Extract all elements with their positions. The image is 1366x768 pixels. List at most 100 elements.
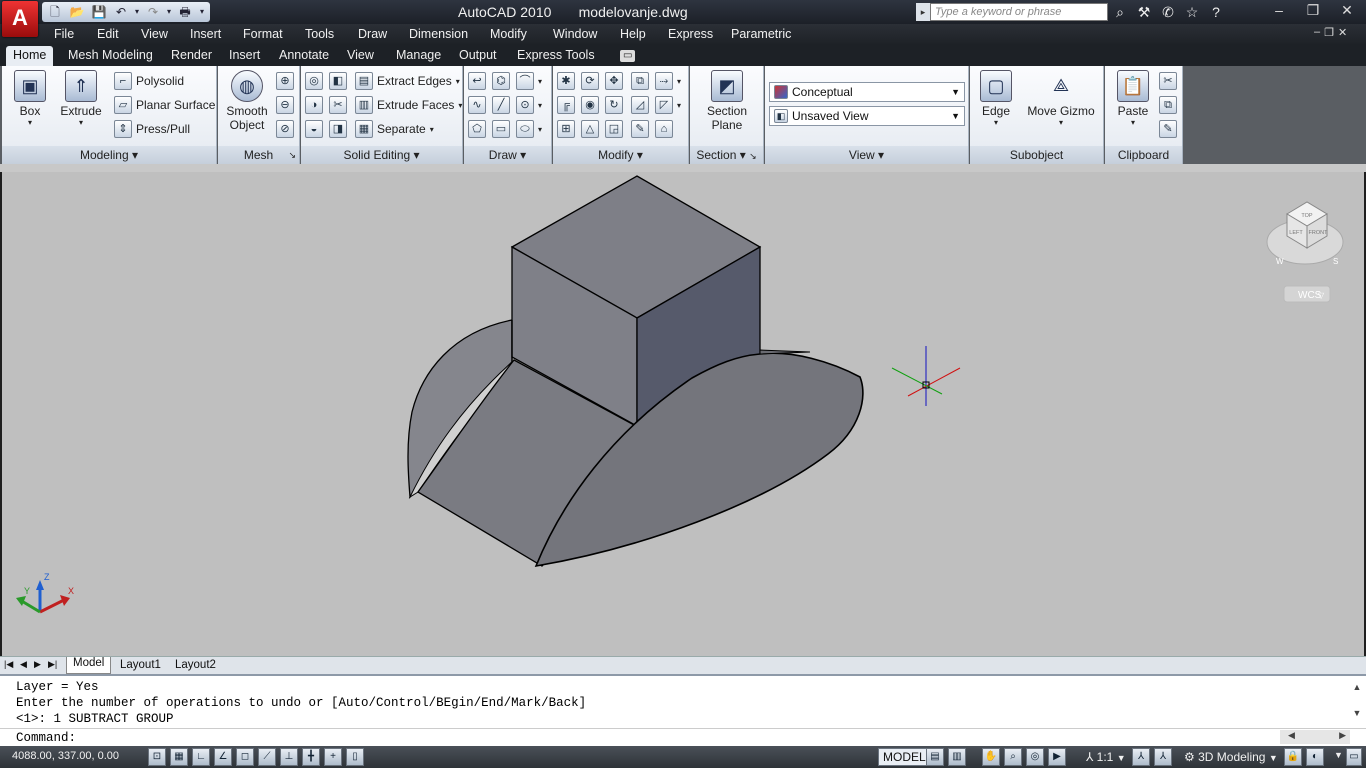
last-layout-icon[interactable]: ▶| xyxy=(48,659,57,670)
minimize-icon[interactable]: – xyxy=(1262,0,1296,22)
copy-button[interactable]: ⧉ xyxy=(631,70,649,92)
close-icon[interactable]: ✕ xyxy=(1330,0,1364,22)
communication-icon[interactable]: ✆ xyxy=(1158,2,1178,22)
clean-screen-icon[interactable]: ▭ xyxy=(1346,748,1362,766)
menu-help[interactable]: Help xyxy=(620,27,646,41)
dynamic-ucs-icon[interactable]: ╋ xyxy=(302,748,320,766)
tab-output[interactable]: Output xyxy=(459,48,497,62)
extrude-faces-button[interactable]: ▥ Extrude Faces ▾ xyxy=(355,94,462,116)
scale-button[interactable]: ◲ xyxy=(605,118,623,140)
stretch-button[interactable]: ⌂ xyxy=(655,118,673,140)
panel-section-title[interactable]: Section ▾ ↘ xyxy=(690,146,763,164)
menu-insert[interactable]: Insert xyxy=(190,27,221,41)
spline-button[interactable]: ∿ xyxy=(468,94,486,116)
smooth-object-button[interactable]: ◍ Smooth Object xyxy=(222,70,272,132)
intersect-button[interactable]: ◒ xyxy=(305,118,323,140)
chamfer-button[interactable]: ◸ ▾ xyxy=(655,94,681,116)
copy-clip-button[interactable]: ⧉ xyxy=(1159,94,1177,116)
3d-align-button[interactable]: ◉ xyxy=(581,94,599,116)
move-gizmo-button[interactable]: ⟁ Move Gizmo ▾ xyxy=(1024,70,1098,127)
3d-array-button[interactable]: ⊞ xyxy=(557,118,575,140)
open-icon[interactable]: 📂 xyxy=(67,4,87,20)
toolbar-lock-icon[interactable]: 🔒 xyxy=(1284,748,1302,766)
scroll-up-icon[interactable]: ▲ xyxy=(1350,682,1364,692)
save-icon[interactable]: 💾 xyxy=(89,4,109,20)
doc-close-icon[interactable]: ✕ xyxy=(1338,26,1347,39)
dialog-launcher-icon[interactable]: ↘ xyxy=(288,146,296,164)
menu-tools[interactable]: Tools xyxy=(305,27,334,41)
section-plane-button[interactable]: ◩ Section Plane xyxy=(700,70,754,132)
menu-draw[interactable]: Draw xyxy=(358,27,387,41)
quick-properties-icon[interactable]: ▯ xyxy=(346,748,364,766)
box-button[interactable]: ▣ Box ▾ xyxy=(8,70,52,127)
extrude-button[interactable]: ⇑ Extrude ▾ xyxy=(58,70,104,127)
panel-draw-title[interactable]: Draw ▾ xyxy=(464,146,551,164)
tab-express-tools[interactable]: Express Tools xyxy=(517,48,595,62)
model-space-button[interactable]: MODEL xyxy=(878,748,931,766)
tab-annotate[interactable]: Annotate xyxy=(279,48,329,62)
menu-modify[interactable]: Modify xyxy=(490,27,527,41)
first-layout-icon[interactable]: |◀ xyxy=(4,659,13,670)
coordinate-display[interactable]: 4088.00, 337.00, 0.00 xyxy=(12,750,119,762)
prev-layout-icon[interactable]: ◀ xyxy=(20,659,27,670)
tab-model[interactable]: Model xyxy=(66,657,112,674)
object-snap-tracking-icon[interactable]: ⊥ xyxy=(280,748,298,766)
search-expand-icon[interactable]: ▸ xyxy=(916,3,930,21)
arc-button[interactable]: ⌒ ▾ xyxy=(516,70,542,92)
command-history-scrollbar[interactable]: ▲ ▼ xyxy=(1350,682,1364,726)
snap-mode-icon[interactable]: ▦ xyxy=(170,748,188,766)
3d-move-button[interactable]: ✥ xyxy=(605,70,623,92)
cut-button[interactable]: ✂ xyxy=(1159,70,1177,92)
3d-mirror-button[interactable]: △ xyxy=(581,118,599,140)
trim-button[interactable]: ⤑ ▾ xyxy=(655,70,681,92)
ellipse-button[interactable]: ⬭ ▾ xyxy=(516,118,542,140)
tab-layout1[interactable]: Layout1 xyxy=(120,659,161,671)
press-pull-button[interactable]: ⇕ Press/Pull xyxy=(114,118,190,140)
undo-icon[interactable]: ↶ xyxy=(111,4,131,20)
ortho-mode-icon[interactable]: ∠ xyxy=(214,748,232,766)
command-line[interactable]: Command: xyxy=(0,728,1366,746)
subscription-icon[interactable]: ⚒ xyxy=(1134,2,1154,22)
redo-icon[interactable]: ↷ xyxy=(143,4,163,20)
polygon-button[interactable]: ⬠ xyxy=(468,118,486,140)
panel-clipboard-title[interactable]: Clipboard xyxy=(1105,146,1182,164)
fillet-button[interactable]: ╔ xyxy=(557,94,575,116)
pan-icon[interactable]: ✋ xyxy=(982,748,1000,766)
binoculars-icon[interactable]: ⌕ xyxy=(1110,2,1130,22)
slice-button[interactable]: ✂ xyxy=(329,94,347,116)
isolate-objects-icon[interactable]: ◐ xyxy=(1306,748,1324,766)
visual-style-dropdown[interactable]: Conceptual ▼ xyxy=(769,82,965,102)
scroll-track[interactable] xyxy=(1350,692,1364,708)
planar-surface-button[interactable]: ▱ Planar Surface xyxy=(114,94,215,116)
menu-edit[interactable]: Edit xyxy=(97,27,119,41)
circle-button[interactable]: ⊙ ▾ xyxy=(516,94,542,116)
3d-polyline-button[interactable]: ↩ xyxy=(468,70,486,92)
menu-window[interactable]: Window xyxy=(553,27,597,41)
edge-button[interactable]: ▢ Edge ▾ xyxy=(976,70,1016,127)
object-snap-icon[interactable]: ⟋ xyxy=(258,748,276,766)
polysolid-button[interactable]: ⌐ Polysolid xyxy=(114,70,184,92)
favorites-icon[interactable]: ☆ xyxy=(1182,2,1202,22)
explode-button[interactable]: ✱ xyxy=(557,70,575,92)
drawing-viewport[interactable]: TOP LEFT FRONT W S WCS ▽ Z X Y xyxy=(2,172,1364,656)
extract-edges-button[interactable]: ▤ Extract Edges ▾ xyxy=(355,70,460,92)
next-layout-icon[interactable]: ▶ xyxy=(34,659,41,670)
command-line-scrollbar[interactable]: ◀ ▶ xyxy=(1280,730,1350,744)
polar-tracking-icon[interactable]: ◻ xyxy=(236,748,254,766)
infer-constraints-icon[interactable]: ⊡ xyxy=(148,748,166,766)
application-menu-button[interactable]: A xyxy=(2,1,38,37)
menu-express[interactable]: Express xyxy=(668,27,713,41)
model-canvas[interactable]: TOP LEFT FRONT W S WCS ▽ Z X Y xyxy=(2,172,1364,656)
infocenter-search-input[interactable]: Type a keyword or phrase xyxy=(930,3,1108,21)
paste-button[interactable]: 📋 Paste ▾ xyxy=(1113,70,1153,127)
separate-button[interactable]: ▦ Separate ▾ xyxy=(355,118,434,140)
tab-mesh-modeling[interactable]: Mesh Modeling xyxy=(68,48,153,62)
dynamic-input-icon[interactable]: + xyxy=(324,748,342,766)
line-button[interactable]: ╱ xyxy=(492,94,510,116)
zoom-icon[interactable]: ⌕ xyxy=(1004,748,1022,766)
annotation-scale[interactable]: ⅄ 1:1 ▼ xyxy=(1086,750,1126,764)
quick-view-drawings-icon[interactable]: ▥ xyxy=(948,748,966,766)
quick-view-layouts-icon[interactable]: ▤ xyxy=(926,748,944,766)
helix-button[interactable]: ⌬ xyxy=(492,70,510,92)
panel-modify-title[interactable]: Modify ▾ xyxy=(553,146,688,164)
